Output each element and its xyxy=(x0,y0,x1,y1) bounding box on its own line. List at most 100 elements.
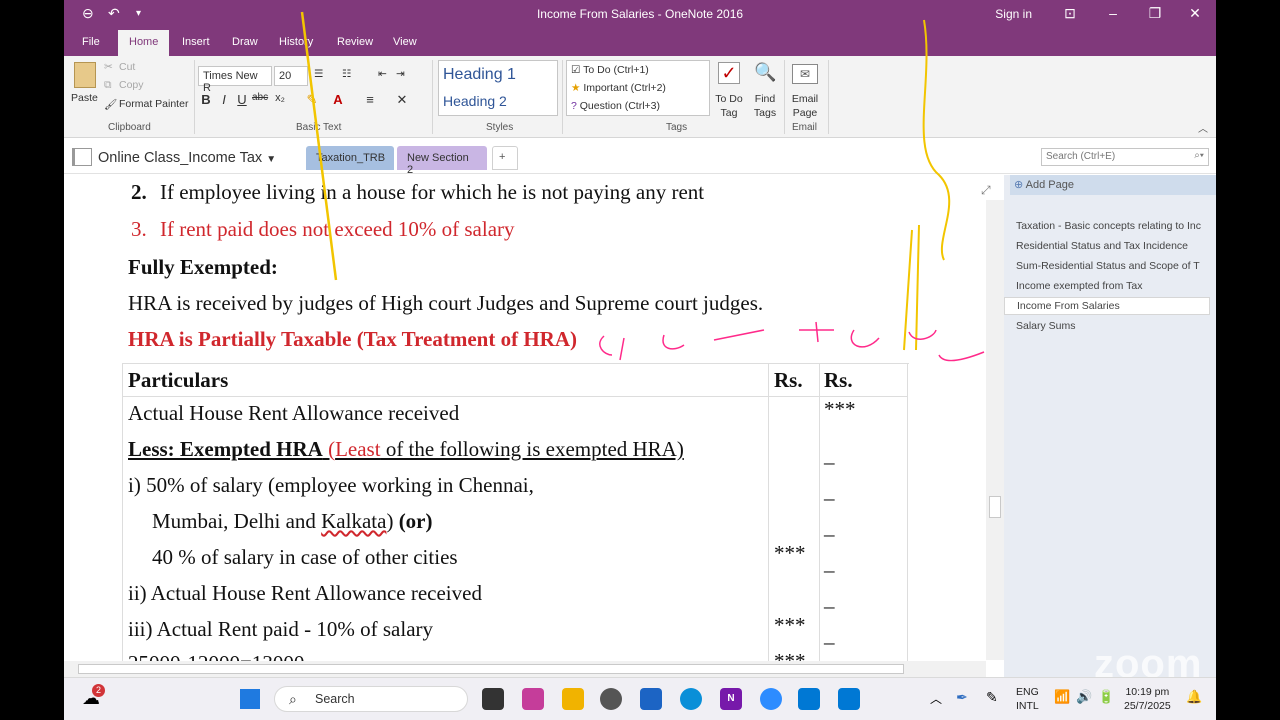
italic-icon[interactable]: I xyxy=(216,92,232,107)
wifi-icon[interactable]: 📶 xyxy=(1054,689,1070,705)
task-view-icon[interactable] xyxy=(482,688,504,710)
decrease-indent-icon[interactable]: ⇤ xyxy=(378,68,387,80)
font-name-combo[interactable]: Times New R xyxy=(198,66,272,94)
styles-gallery[interactable]: Heading 1 Heading 2 xyxy=(438,60,558,116)
tab-draw[interactable]: Draw xyxy=(232,36,258,48)
email-icon[interactable]: ✉ xyxy=(792,64,818,84)
format-painter-icon[interactable]: 🖌 xyxy=(104,98,117,111)
list-item-3: If rent paid does not exceed 10% of sala… xyxy=(160,217,515,241)
battery-icon[interactable]: 🔋 xyxy=(1098,689,1114,705)
tab-insert[interactable]: Insert xyxy=(182,36,210,48)
cut-button[interactable]: Cut xyxy=(119,61,135,73)
search-icon: ⌕ xyxy=(289,691,297,707)
tag-question[interactable]: ? Question (Ctrl+3) xyxy=(571,100,660,112)
tag-todo[interactable]: ☑ To Do (Ctrl+1) xyxy=(571,64,649,76)
page-canvas[interactable]: 2. If employee living in a house for whi… xyxy=(64,175,1004,661)
taskbar-clock[interactable]: 10:19 pm 25/7/2025 xyxy=(1124,685,1171,713)
font-size-combo[interactable]: 20 xyxy=(274,66,308,86)
expand-page-icon[interactable]: ⤢ xyxy=(981,183,991,198)
table-cell-r1-rs2: *** xyxy=(824,397,856,421)
tab-review[interactable]: Review xyxy=(337,36,373,48)
tab-home[interactable]: Home xyxy=(118,30,170,56)
tab-history[interactable]: History xyxy=(279,36,313,48)
section-tab-taxation-trb[interactable]: Taxation_TRB xyxy=(306,146,394,170)
font-color-icon[interactable]: A xyxy=(330,92,346,107)
app-window-icon[interactable] xyxy=(798,688,820,710)
notebook-name[interactable]: Online Class_Income Tax ▼ xyxy=(98,150,276,166)
format-painter-button[interactable]: Format Painter xyxy=(119,98,188,110)
style-heading-2[interactable]: Heading 2 xyxy=(443,93,507,109)
table-row-actual-hra-received: ii) Actual House Rent Allowance received xyxy=(128,581,482,605)
list-item-2: If employee living in a house for which … xyxy=(160,180,705,204)
copilot-icon[interactable] xyxy=(522,688,544,710)
style-heading-1[interactable]: Heading 1 xyxy=(443,66,516,84)
edge-icon[interactable] xyxy=(680,688,702,710)
copy-button[interactable]: Copy xyxy=(119,79,144,91)
app-window-icon[interactable] xyxy=(838,688,860,710)
bullets-icon[interactable]: ☰ xyxy=(314,68,323,80)
store-icon[interactable] xyxy=(640,688,662,710)
ribbon-display-icon[interactable]: ⊡ xyxy=(1055,5,1085,22)
close-icon[interactable]: ✕ xyxy=(1180,5,1210,22)
ribbon-tabs: File Home Insert Draw History Review Vie… xyxy=(64,28,1216,56)
paste-button[interactable]: Paste xyxy=(71,92,98,104)
tab-file[interactable]: File xyxy=(82,36,100,48)
page-item-income-from-salaries[interactable]: Income From Salaries xyxy=(1004,297,1210,315)
zoom-app-icon[interactable] xyxy=(760,688,782,710)
volume-icon[interactable]: 🔊 xyxy=(1076,689,1092,705)
sign-in-link[interactable]: Sign in xyxy=(995,7,1032,21)
collapse-ribbon-icon[interactable]: ︿ xyxy=(1198,120,1208,135)
dell-icon[interactable] xyxy=(600,688,622,710)
taskbar-search[interactable]: ⌕ Search xyxy=(274,686,468,712)
table-cell-r8-rs1: *** xyxy=(774,649,806,661)
clear-formatting-icon[interactable]: ✕ xyxy=(394,92,410,108)
minimize-icon[interactable]: – xyxy=(1098,5,1128,21)
add-section-button[interactable]: + xyxy=(492,146,518,170)
notifications-icon[interactable]: 🔔 xyxy=(1186,689,1202,705)
vertical-scrollbar[interactable] xyxy=(986,200,1004,660)
find-tags-button[interactable]: Find Tags xyxy=(750,92,780,120)
maximize-icon[interactable]: ❐ xyxy=(1140,5,1170,22)
highlight-icon[interactable]: ✎ xyxy=(304,92,320,108)
search-input[interactable]: Search (Ctrl+E) ⌕▾ xyxy=(1041,148,1209,166)
file-explorer-icon[interactable] xyxy=(562,688,584,710)
input-language[interactable]: ENG INTL xyxy=(1016,685,1039,713)
todo-tag-button[interactable]: To Do Tag xyxy=(712,92,746,120)
notebook-icon xyxy=(72,148,92,166)
basic-text-group-label: Basic Text xyxy=(296,122,342,133)
underline-icon[interactable]: U xyxy=(234,92,250,107)
table-cell-r5-rs1: *** xyxy=(774,541,806,565)
search-icon: ⌕▾ xyxy=(1194,150,1204,161)
ribbon-home: Paste ✂ Cut ⧉ Copy 🖌 Format Painter Clip… xyxy=(64,56,1216,138)
email-page-button[interactable]: Email Page xyxy=(788,92,822,120)
page-item-salary-sums[interactable]: Salary Sums xyxy=(1004,318,1210,336)
add-page-button[interactable]: ⊕ Add Page xyxy=(1010,175,1216,195)
pen-menu-icon[interactable]: ✒ xyxy=(956,689,968,706)
subscript-icon[interactable]: x₂ xyxy=(272,92,288,104)
page-item-income-exempted[interactable]: Income exempted from Tax xyxy=(1004,278,1210,296)
section-tab-new-section-2[interactable]: New Section 2 xyxy=(397,146,487,176)
tag-important[interactable]: ★ Important (Ctrl+2) xyxy=(571,82,666,94)
cut-icon[interactable]: ✂ xyxy=(104,61,113,73)
bold-icon[interactable]: B xyxy=(198,92,214,107)
align-icon[interactable]: ≡ xyxy=(362,92,378,107)
ink-workspace-icon[interactable]: ✎ xyxy=(986,689,998,706)
start-icon[interactable] xyxy=(240,689,260,709)
increase-indent-icon[interactable]: ⇥ xyxy=(396,68,405,80)
todo-tag-icon[interactable]: ✓ xyxy=(718,62,740,84)
page-item-residential-status[interactable]: Residential Status and Tax Incidence xyxy=(1004,238,1210,256)
numbering-icon[interactable]: ☷ xyxy=(342,68,351,80)
page-item-sum-residential[interactable]: Sum-Residential Status and Scope of T xyxy=(1004,258,1210,276)
show-hidden-icons-icon[interactable]: ︿ xyxy=(930,690,942,707)
strikethrough-icon[interactable]: abc xyxy=(252,92,268,103)
copy-icon[interactable]: ⧉ xyxy=(104,79,112,92)
table-header-particulars: Particulars xyxy=(128,368,229,392)
tags-gallery[interactable]: ☑ To Do (Ctrl+1) ★ Important (Ctrl+2) ? … xyxy=(566,60,710,116)
horizontal-scroll-thumb[interactable] xyxy=(78,664,904,674)
find-tags-icon[interactable]: 🔍 xyxy=(754,62,776,83)
tab-view[interactable]: View xyxy=(393,36,417,48)
paste-icon[interactable] xyxy=(74,62,96,88)
onenote-icon[interactable]: N xyxy=(720,688,742,710)
page-item-taxation-basics[interactable]: Taxation - Basic concepts relating to In… xyxy=(1004,218,1210,236)
vertical-scroll-thumb[interactable] xyxy=(989,496,1001,518)
